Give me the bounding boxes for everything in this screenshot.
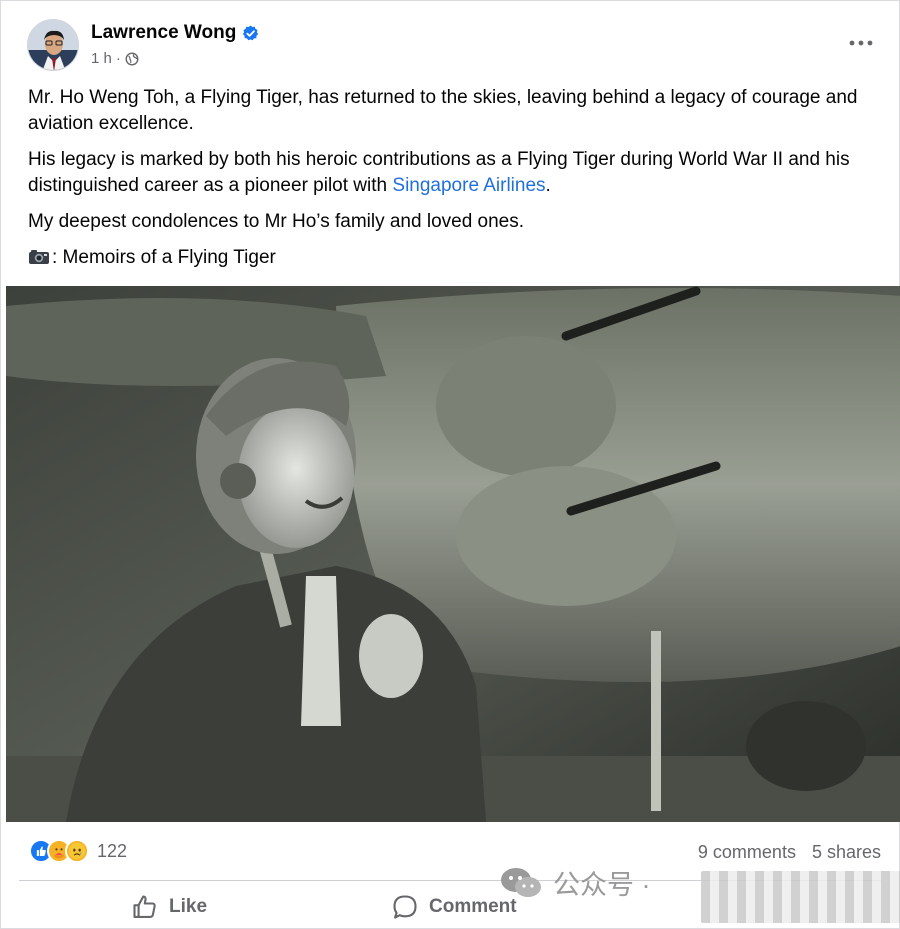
reaction-count[interactable]: 122 (97, 841, 127, 862)
paragraph-2-end: . (545, 175, 551, 196)
post-text: Mr. Ho Weng Toh, a Flying Tiger, has ret… (28, 85, 888, 281)
comments-count[interactable]: 9 comments (698, 842, 796, 863)
more-options-button[interactable] (843, 31, 879, 55)
verified-badge-icon (243, 25, 259, 40)
like-label: Like (169, 896, 208, 917)
post-paragraph-2: His legacy is marked by both his heroic … (28, 147, 888, 199)
globe-icon (125, 52, 139, 65)
like-button[interactable]: Like (131, 893, 207, 921)
reactions-summary[interactable]: 122 (29, 839, 127, 863)
camera-icon (29, 250, 49, 264)
flying-tiger-photo (6, 286, 900, 822)
post-paragraph-3: My deepest condolences to Mr Ho’s family… (28, 211, 525, 232)
post-meta: 1 h · (91, 50, 139, 67)
post-paragraph-4: : Memoirs of a Flying Tiger (28, 245, 888, 271)
photo-credit: : Memoirs of a Flying Tiger (52, 247, 276, 268)
post-photo[interactable] (6, 286, 900, 822)
engagement-stats: 9 comments 5 shares (698, 842, 881, 863)
shares-count[interactable]: 5 shares (812, 842, 881, 863)
author-name[interactable]: Lawrence Wong (91, 22, 236, 44)
comment-button[interactable]: Comment (391, 893, 517, 921)
blurred-watermark-id (701, 871, 900, 923)
meta-separator: · (115, 50, 121, 67)
post-card: Lawrence Wong 1 h · Mr. Ho Weng Toh, a F… (0, 0, 900, 929)
author-name-row: Lawrence Wong (91, 22, 259, 44)
post-time[interactable]: 1 h (91, 50, 112, 67)
comment-bubble-icon (393, 895, 417, 919)
wechat-watermark: 公众号 · (499, 863, 651, 902)
watermark-text: 公众号 · (553, 870, 651, 900)
more-options-icon (849, 40, 873, 46)
author-avatar[interactable] (27, 19, 79, 71)
avatar-image (28, 20, 78, 70)
sad-reaction-icon (65, 839, 89, 863)
singapore-airlines-link[interactable]: Singapore Airlines (392, 175, 545, 196)
wechat-logo-icon (501, 867, 541, 897)
post-paragraph-1: Mr. Ho Weng Toh, a Flying Tiger, has ret… (28, 87, 858, 134)
thumbs-up-icon (133, 895, 156, 918)
